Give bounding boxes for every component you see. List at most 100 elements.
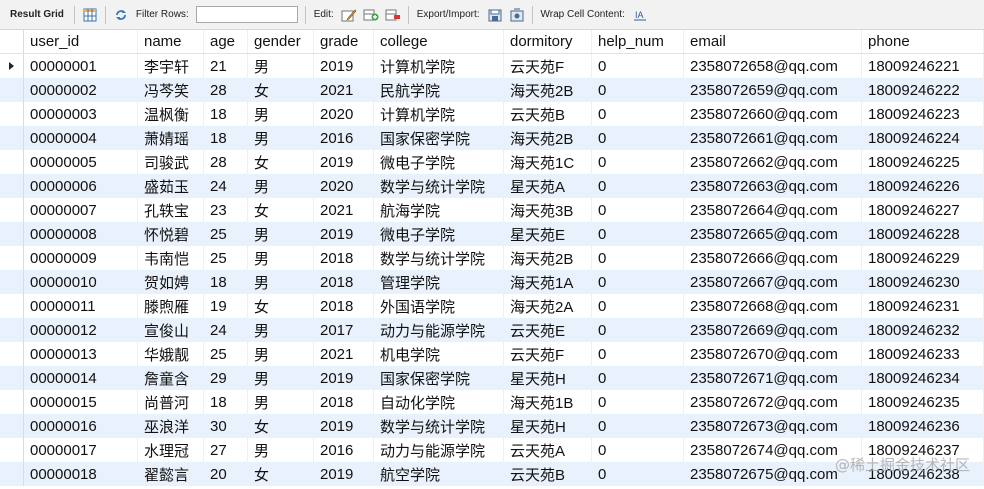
cell-gender[interactable]: 男 — [248, 222, 314, 246]
column-header-phone[interactable]: phone — [862, 30, 984, 53]
cell-college[interactable]: 航空学院 — [374, 462, 504, 486]
cell-user-id[interactable]: 00000003 — [24, 102, 138, 126]
cell-user-id[interactable]: 00000012 — [24, 318, 138, 342]
cell-name[interactable]: 巫浪洋 — [138, 414, 204, 438]
cell-phone[interactable]: 18009246234 — [862, 366, 984, 390]
table-row[interactable]: 00000002 冯芩笑 28 女 2021 民航学院 海天苑2B 0 2358072659@q… — [0, 78, 984, 102]
cell-dormitory[interactable]: 海天苑2B — [504, 78, 592, 102]
cell-college[interactable]: 自动化学院 — [374, 390, 504, 414]
cell-name[interactable]: 詹童含 — [138, 366, 204, 390]
cell-grade[interactable]: 2019 — [314, 462, 374, 486]
cell-email[interactable]: 2358072673@qq.com — [684, 414, 862, 438]
column-header-help-num[interactable]: help_num — [592, 30, 684, 53]
cell-grade[interactable]: 2020 — [314, 174, 374, 198]
cell-name[interactable]: 滕煦雁 — [138, 294, 204, 318]
cell-user-id[interactable]: 00000015 — [24, 390, 138, 414]
cell-help-num[interactable]: 0 — [592, 438, 684, 462]
column-header-dormitory[interactable]: dormitory — [504, 30, 592, 53]
row-header[interactable] — [0, 294, 24, 318]
table-row[interactable]: 00000015 尚普河 18 男 2018 自动化学院 海天苑1B 0 2358072672@… — [0, 390, 984, 414]
table-row[interactable]: 00000017 水理冠 27 男 2016 动力与能源学院 云天苑A 0 2358072674… — [0, 438, 984, 462]
cell-dormitory[interactable]: 海天苑2B — [504, 246, 592, 270]
refresh-icon[interactable] — [112, 6, 130, 24]
cell-dormitory[interactable]: 云天苑F — [504, 342, 592, 366]
cell-phone[interactable]: 18009246222 — [862, 78, 984, 102]
cell-phone[interactable]: 18009246226 — [862, 174, 984, 198]
cell-gender[interactable]: 男 — [248, 54, 314, 78]
cell-grade[interactable]: 2021 — [314, 342, 374, 366]
cell-email[interactable]: 2358072661@qq.com — [684, 126, 862, 150]
row-header[interactable] — [0, 438, 24, 462]
cell-email[interactable]: 2358072666@qq.com — [684, 246, 862, 270]
cell-phone[interactable]: 18009246228 — [862, 222, 984, 246]
cell-name[interactable]: 萧婧瑶 — [138, 126, 204, 150]
cell-age[interactable]: 18 — [204, 270, 248, 294]
cell-email[interactable]: 2358072672@qq.com — [684, 390, 862, 414]
row-header[interactable] — [0, 462, 24, 486]
cell-grade[interactable]: 2016 — [314, 126, 374, 150]
cell-help-num[interactable]: 0 — [592, 366, 684, 390]
cell-grade[interactable]: 2017 — [314, 318, 374, 342]
cell-gender[interactable]: 男 — [248, 174, 314, 198]
cell-help-num[interactable]: 0 — [592, 150, 684, 174]
cell-user-id[interactable]: 00000010 — [24, 270, 138, 294]
table-row[interactable]: 00000016 巫浪洋 30 女 2019 数学与统计学院 星天苑H 0 2358072673… — [0, 414, 984, 438]
cell-phone[interactable]: 18009246223 — [862, 102, 984, 126]
cell-gender[interactable]: 女 — [248, 294, 314, 318]
row-header[interactable] — [0, 126, 24, 150]
column-header-email[interactable]: email — [684, 30, 862, 53]
cell-email[interactable]: 2358072664@qq.com — [684, 198, 862, 222]
filter-rows-input[interactable] — [195, 6, 298, 23]
cell-gender[interactable]: 男 — [248, 246, 314, 270]
cell-name[interactable]: 尚普河 — [138, 390, 204, 414]
cell-grade[interactable]: 2021 — [314, 198, 374, 222]
cell-college[interactable]: 国家保密学院 — [374, 366, 504, 390]
cell-grade[interactable]: 2018 — [314, 246, 374, 270]
cell-dormitory[interactable]: 海天苑1C — [504, 150, 592, 174]
cell-name[interactable]: 宣俊山 — [138, 318, 204, 342]
cell-user-id[interactable]: 00000002 — [24, 78, 138, 102]
cell-phone[interactable]: 18009246229 — [862, 246, 984, 270]
cell-phone[interactable]: 18009246231 — [862, 294, 984, 318]
cell-name[interactable]: 温枫衡 — [138, 102, 204, 126]
cell-age[interactable]: 28 — [204, 150, 248, 174]
cell-age[interactable]: 25 — [204, 342, 248, 366]
cell-dormitory[interactable]: 海天苑1A — [504, 270, 592, 294]
cell-name[interactable]: 华娥靓 — [138, 342, 204, 366]
cell-email[interactable]: 2358072663@qq.com — [684, 174, 862, 198]
table-row[interactable]: 00000010 贺如娉 18 男 2018 管理学院 海天苑1A 0 2358072667@q… — [0, 270, 984, 294]
delete-row-icon[interactable] — [384, 6, 402, 24]
table-row[interactable]: 00000013 华娥靓 25 男 2021 机电学院 云天苑F 0 2358072670@qq… — [0, 342, 984, 366]
cell-user-id[interactable]: 00000014 — [24, 366, 138, 390]
cell-dormitory[interactable]: 云天苑B — [504, 462, 592, 486]
cell-age[interactable]: 30 — [204, 414, 248, 438]
cell-age[interactable]: 20 — [204, 462, 248, 486]
cell-college[interactable]: 微电子学院 — [374, 222, 504, 246]
cell-email[interactable]: 2358072671@qq.com — [684, 366, 862, 390]
column-header-grade[interactable]: grade — [314, 30, 374, 53]
cell-email[interactable]: 2358072660@qq.com — [684, 102, 862, 126]
table-row[interactable]: 00000018 翟懿言 20 女 2019 航空学院 云天苑B 0 2358072675@qq… — [0, 462, 984, 486]
cell-name[interactable]: 司骏武 — [138, 150, 204, 174]
row-header[interactable] — [0, 270, 24, 294]
cell-name[interactable]: 孔轶宝 — [138, 198, 204, 222]
cell-user-id[interactable]: 00000013 — [24, 342, 138, 366]
cell-help-num[interactable]: 0 — [592, 390, 684, 414]
cell-college[interactable]: 计算机学院 — [374, 102, 504, 126]
cell-college[interactable]: 数学与统计学院 — [374, 414, 504, 438]
cell-dormitory[interactable]: 海天苑2B — [504, 126, 592, 150]
cell-user-id[interactable]: 00000008 — [24, 222, 138, 246]
row-header[interactable] — [0, 390, 24, 414]
cell-age[interactable]: 27 — [204, 438, 248, 462]
cell-phone[interactable]: 18009246236 — [862, 414, 984, 438]
cell-phone[interactable]: 18009246238 — [862, 462, 984, 486]
cell-dormitory[interactable]: 云天苑B — [504, 102, 592, 126]
cell-college[interactable]: 民航学院 — [374, 78, 504, 102]
cell-dormitory[interactable]: 星天苑H — [504, 366, 592, 390]
cell-gender[interactable]: 男 — [248, 126, 314, 150]
cell-age[interactable]: 19 — [204, 294, 248, 318]
cell-help-num[interactable]: 0 — [592, 198, 684, 222]
table-row[interactable]: 00000014 詹童含 29 男 2019 国家保密学院 星天苑H 0 2358072671@… — [0, 366, 984, 390]
table-row[interactable]: 00000006 盛茹玉 24 男 2020 数学与统计学院 星天苑A 0 2358072663… — [0, 174, 984, 198]
table-row[interactable]: 00000012 宣俊山 24 男 2017 动力与能源学院 云天苑E 0 2358072669… — [0, 318, 984, 342]
